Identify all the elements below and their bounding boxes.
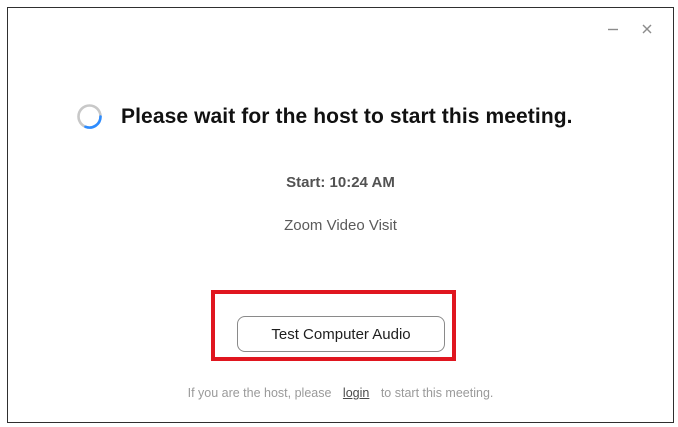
host-login-note: If you are the host, please login to sta… bbox=[8, 386, 673, 400]
meeting-start-time: Start: 10:24 AM bbox=[286, 174, 395, 191]
window-controls bbox=[607, 23, 653, 35]
screenshot-stage: Please wait for the host to start this m… bbox=[0, 0, 678, 427]
test-computer-audio-button[interactable]: Test Computer Audio bbox=[237, 316, 445, 352]
waiting-room-dialog: Please wait for the host to start this m… bbox=[7, 7, 674, 423]
minimize-icon[interactable] bbox=[607, 23, 619, 35]
host-note-prefix: If you are the host, please bbox=[187, 386, 332, 400]
loading-spinner-icon bbox=[77, 104, 102, 129]
meeting-name: Zoom Video Visit bbox=[284, 217, 397, 234]
waiting-message: Please wait for the host to start this m… bbox=[76, 103, 573, 130]
waiting-title: Please wait for the host to start this m… bbox=[121, 104, 573, 128]
close-icon[interactable] bbox=[641, 23, 653, 35]
login-link[interactable]: login bbox=[343, 386, 369, 400]
host-note-suffix: to start this meeting. bbox=[380, 386, 494, 400]
